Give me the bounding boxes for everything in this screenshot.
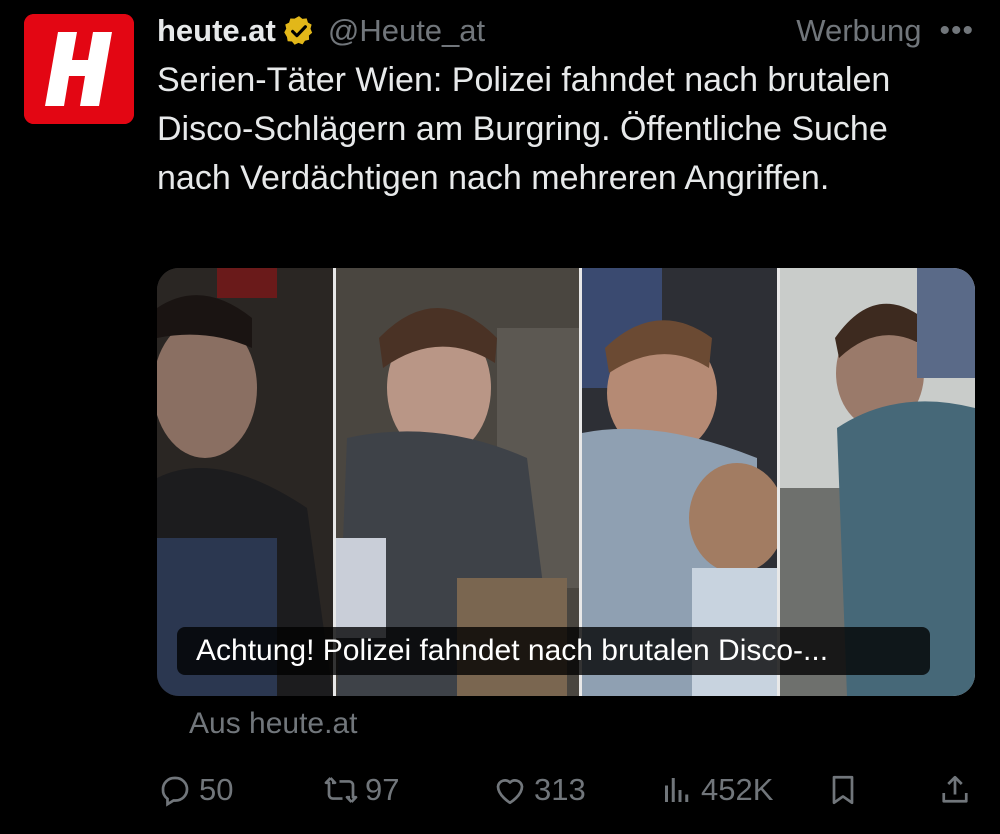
heart-icon — [496, 779, 524, 805]
more-dots-icon[interactable]: ••• — [939, 14, 974, 48]
user-handle[interactable]: @Heute_at — [328, 13, 485, 49]
display-name[interactable]: heute.at — [157, 13, 276, 49]
media-card[interactable]: Achtung! Polizei fahndet nach brutalen D… — [157, 268, 975, 696]
source-link[interactable]: Aus heute.at — [189, 707, 357, 741]
bookmark-button[interactable] — [825, 766, 867, 814]
repost-icon — [324, 777, 358, 803]
ad-label: Werbung — [796, 13, 922, 48]
views-button[interactable]: 452K — [659, 766, 773, 814]
share-icon — [942, 775, 968, 803]
reply-button[interactable]: 50 — [157, 766, 233, 814]
share-button[interactable] — [937, 766, 979, 814]
heute-logo — [24, 14, 134, 124]
like-button[interactable]: 313 — [492, 766, 586, 814]
bookmark-icon — [832, 775, 854, 805]
post-header: heute.at @Heute_at Werbung ••• — [157, 8, 974, 54]
post-text: Serien-Täter Wien: Polizei fahndet nach … — [157, 61, 891, 197]
views-chart-icon — [665, 778, 689, 802]
reply-icon — [161, 776, 189, 807]
repost-button[interactable]: 97 — [323, 766, 399, 814]
reply-count: 50 — [199, 772, 234, 807]
repost-count: 97 — [365, 772, 400, 807]
avatar[interactable] — [24, 14, 134, 124]
views-count: 452K — [701, 772, 774, 807]
like-count: 313 — [534, 772, 586, 807]
action-bar: 50 97 313 452K — [157, 766, 975, 814]
media-caption: Achtung! Polizei fahndet nach brutalen D… — [177, 627, 930, 675]
verified-gold-badge-icon[interactable] — [282, 14, 316, 48]
